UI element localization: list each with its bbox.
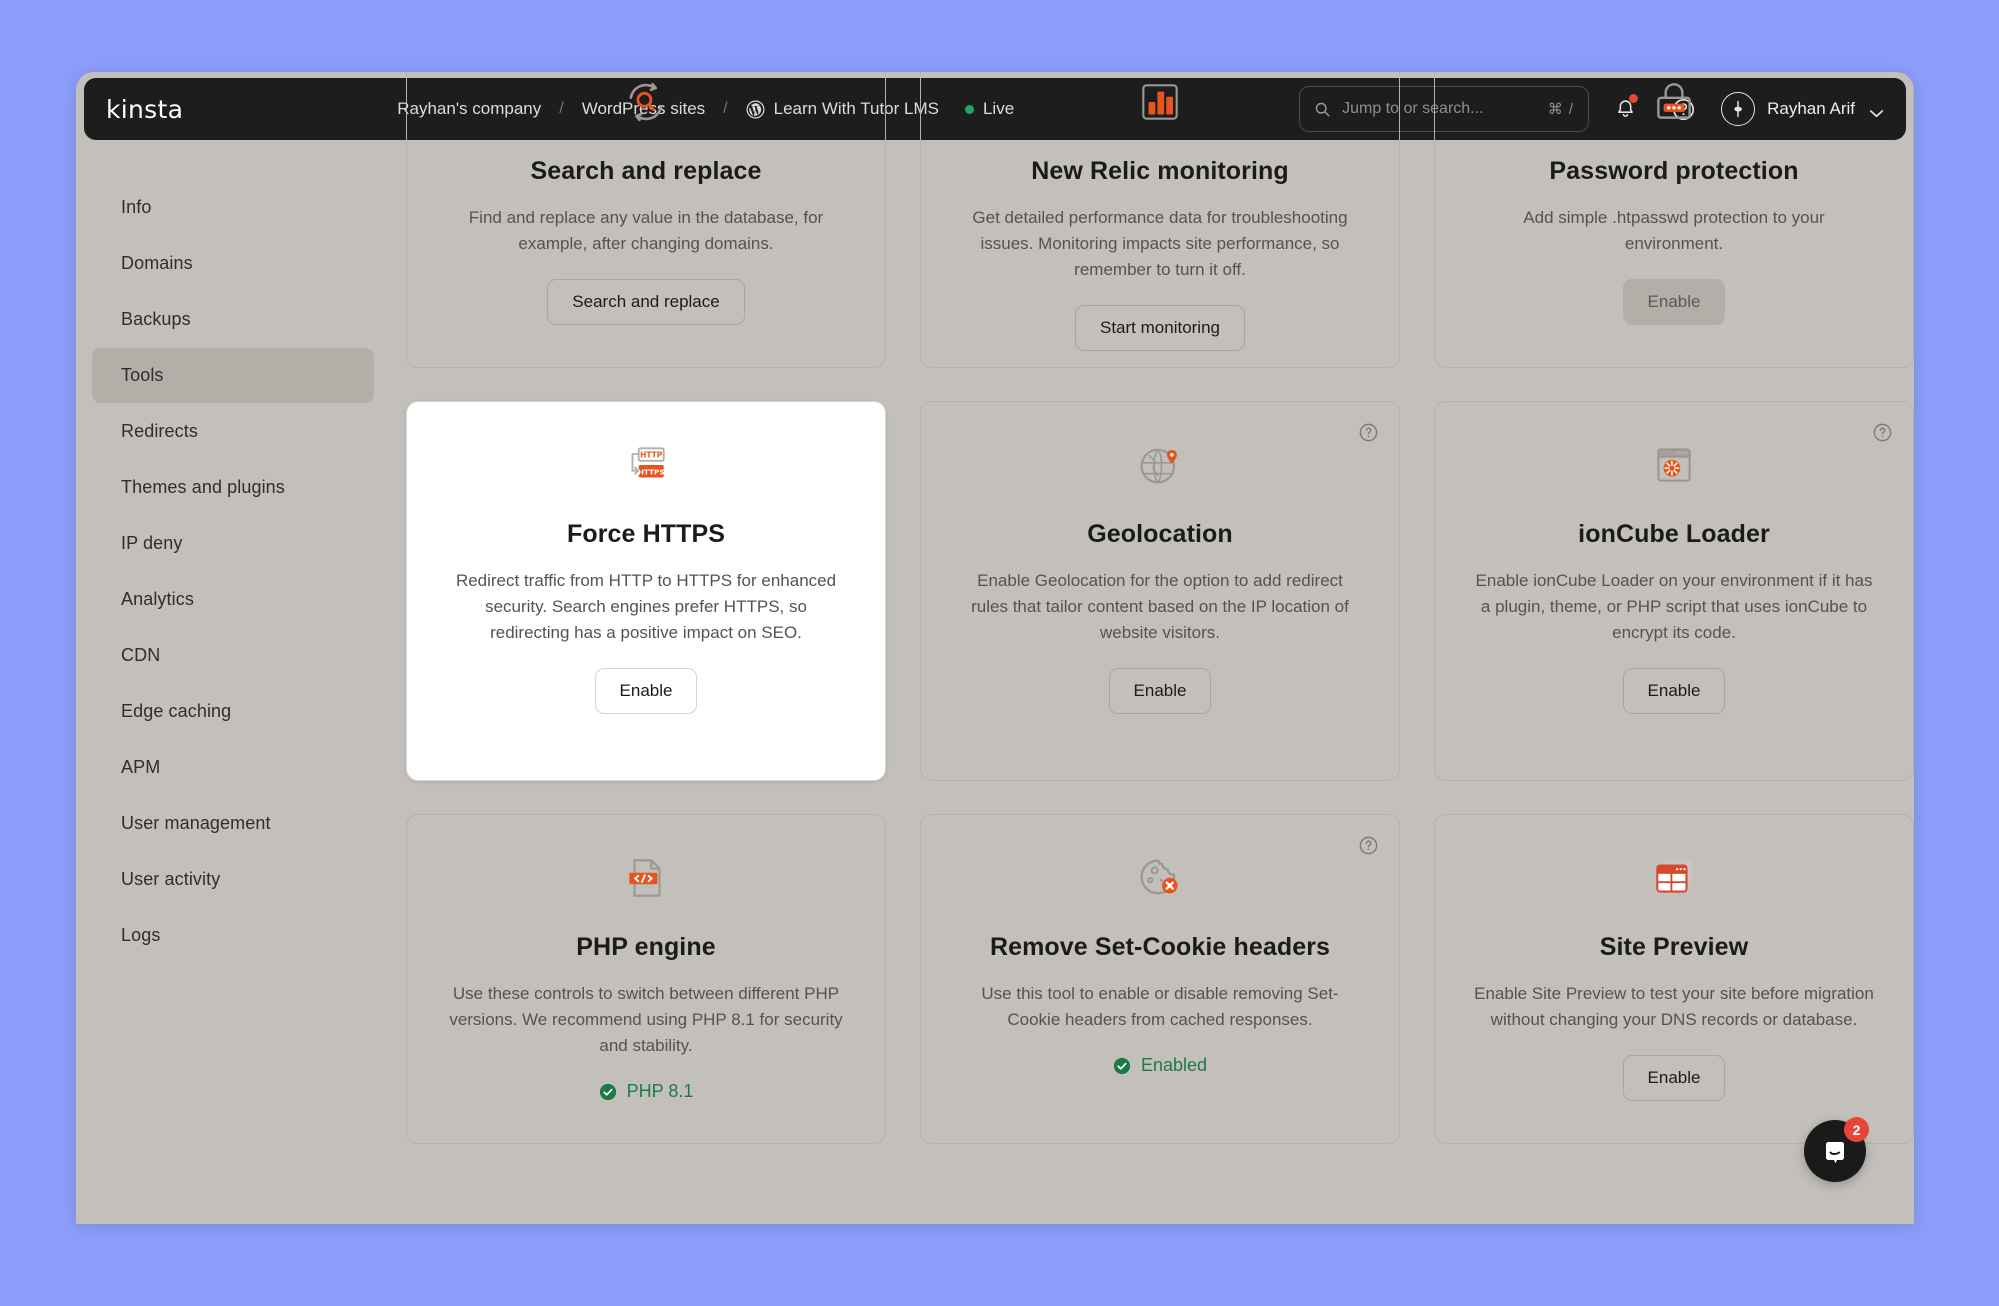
card-ioncube-loader[interactable]: ionCube Loader Enable ionCube Loader on … xyxy=(1434,401,1914,781)
sidebar-item-label: Tools xyxy=(121,365,164,385)
enable-geolocation-button[interactable]: Enable xyxy=(1108,668,1212,714)
sidebar-item-label: Backups xyxy=(121,309,191,329)
sidebar-item-backups[interactable]: Backups xyxy=(92,292,374,347)
check-circle-icon xyxy=(1113,1057,1131,1075)
sidebar-item-label: APM xyxy=(121,757,161,777)
card-new-relic-monitoring[interactable]: New Relic monitoring Get detailed perfor… xyxy=(920,72,1400,368)
enable-password-protection-button[interactable]: Enable xyxy=(1622,279,1726,325)
sidebar-item-apm[interactable]: APM xyxy=(92,740,374,795)
globe-pin-icon xyxy=(1127,432,1193,498)
card-password-protection[interactable]: Password protection Add simple .htpasswd… xyxy=(1434,72,1914,368)
card-description: Enable Site Preview to test your site be… xyxy=(1474,984,1874,1029)
sidebar-item-label: Logs xyxy=(121,925,161,945)
sidebar-item-label: Themes and plugins xyxy=(121,477,285,497)
card-description: Enable ionCube Loader on your environmen… xyxy=(1475,571,1873,642)
sidebar-item-label: Edge caching xyxy=(121,701,232,721)
sidebar-item-analytics[interactable]: Analytics xyxy=(92,572,374,627)
card-title: Force HTTPS xyxy=(566,520,726,548)
search-replace-icon xyxy=(613,72,679,135)
tools-grid: Search and replace Find and replace any … xyxy=(406,72,1914,1144)
site-preview-icon xyxy=(1641,845,1707,911)
enable-ioncube-loader-button[interactable]: Enable xyxy=(1622,668,1726,714)
check-circle-icon xyxy=(599,1083,617,1101)
start-monitoring-button[interactable]: Start monitoring xyxy=(1075,305,1245,351)
sidebar-item-label: Info xyxy=(121,197,152,217)
sidebar-item-edge-caching[interactable]: Edge caching xyxy=(92,684,374,739)
card-description: Redirect traffic from HTTP to HTTPS for … xyxy=(455,571,837,642)
card-description: Add simple .htpasswd protection to your … xyxy=(1523,208,1825,253)
sidebar-item-user-activity[interactable]: User activity xyxy=(92,852,374,907)
http-to-https-icon: HTTP HTTPS xyxy=(613,432,679,498)
bar-chart-icon xyxy=(1127,72,1193,135)
sidebar-item-domains[interactable]: Domains xyxy=(92,236,374,291)
code-file-icon xyxy=(613,845,679,911)
sidebar-item-label: User activity xyxy=(121,869,221,889)
card-site-preview[interactable]: Site Preview Enable Site Preview to test… xyxy=(1434,814,1914,1144)
card-description: Find and replace any value in the databa… xyxy=(468,208,824,253)
card-force-https[interactable]: HTTP HTTPS Force HTTPS Redirect traffic … xyxy=(406,401,886,781)
sidebar-item-cdn[interactable]: CDN xyxy=(92,628,374,683)
sidebar: Info Domains Backups Tools Redirects The… xyxy=(84,150,382,1224)
sidebar-item-ip-deny[interactable]: IP deny xyxy=(92,516,374,571)
card-description: Use these controls to switch between dif… xyxy=(449,984,843,1055)
sidebar-item-redirects[interactable]: Redirects xyxy=(92,404,374,459)
card-title: Search and replace xyxy=(530,157,762,185)
card-title: Password protection xyxy=(1549,157,1799,185)
card-description: Get detailed performance data for troubl… xyxy=(972,208,1348,279)
sidebar-item-label: IP deny xyxy=(121,533,183,553)
card-geolocation[interactable]: Geolocation Enable Geolocation for the o… xyxy=(920,401,1400,781)
app-window: kinsta Rayhan's company / WordPress site… xyxy=(76,72,1914,1224)
padlock-icon xyxy=(1641,72,1707,135)
svg-text:HTTP: HTTP xyxy=(640,451,663,460)
card-title: New Relic monitoring xyxy=(1031,157,1289,185)
enable-force-https-button[interactable]: Enable xyxy=(594,668,698,714)
sidebar-item-user-management[interactable]: User management xyxy=(92,796,374,851)
intercom-unread-badge: 2 xyxy=(1844,1117,1869,1142)
card-title: Site Preview xyxy=(1599,933,1749,961)
intercom-chat-button[interactable]: 2 xyxy=(1804,1117,1869,1182)
card-title: ionCube Loader xyxy=(1578,520,1770,548)
sidebar-item-tools[interactable]: Tools xyxy=(92,348,374,403)
card-search-and-replace[interactable]: Search and replace Find and replace any … xyxy=(406,72,886,368)
kinsta-logo[interactable]: kinsta xyxy=(106,95,183,124)
sidebar-item-label: CDN xyxy=(121,645,161,665)
card-description: Enable Geolocation for the option to add… xyxy=(971,571,1349,642)
svg-text:HTTPS: HTTPS xyxy=(638,467,665,476)
tools-content: Search and replace Find and replace any … xyxy=(406,72,1914,1224)
sidebar-item-label: Analytics xyxy=(121,589,194,609)
card-remove-set-cookie-headers[interactable]: Remove Set-Cookie headers Use this tool … xyxy=(920,814,1400,1144)
sidebar-item-label: Domains xyxy=(121,253,193,273)
cookie-block-icon xyxy=(1127,845,1193,911)
card-title: Remove Set-Cookie headers xyxy=(989,933,1331,961)
status-label: PHP 8.1 xyxy=(626,1081,694,1101)
php-version-status: PHP 8.1 xyxy=(599,1081,694,1102)
sidebar-item-info[interactable]: Info xyxy=(92,180,374,235)
set-cookie-status: Enabled xyxy=(1113,1055,1207,1076)
card-php-engine[interactable]: PHP engine Use these controls to switch … xyxy=(406,814,886,1144)
help-icon[interactable] xyxy=(1358,835,1379,856)
sidebar-item-logs[interactable]: Logs xyxy=(92,908,374,963)
chat-bubble-icon xyxy=(1826,1142,1844,1164)
card-title: PHP engine xyxy=(576,933,716,961)
help-icon[interactable] xyxy=(1358,422,1379,443)
sidebar-item-label: Redirects xyxy=(121,421,198,441)
search-and-replace-button[interactable]: Search and replace xyxy=(547,279,745,325)
status-label: Enabled xyxy=(1140,1055,1208,1075)
card-title: Geolocation xyxy=(1087,520,1233,548)
enable-site-preview-button[interactable]: Enable xyxy=(1622,1055,1726,1101)
sidebar-item-label: User management xyxy=(121,813,271,833)
card-description: Use this tool to enable or disable remov… xyxy=(981,984,1339,1029)
sidebar-item-themes-and-plugins[interactable]: Themes and plugins xyxy=(92,460,374,515)
help-icon[interactable] xyxy=(1872,422,1893,443)
browser-spinner-icon xyxy=(1641,432,1707,498)
